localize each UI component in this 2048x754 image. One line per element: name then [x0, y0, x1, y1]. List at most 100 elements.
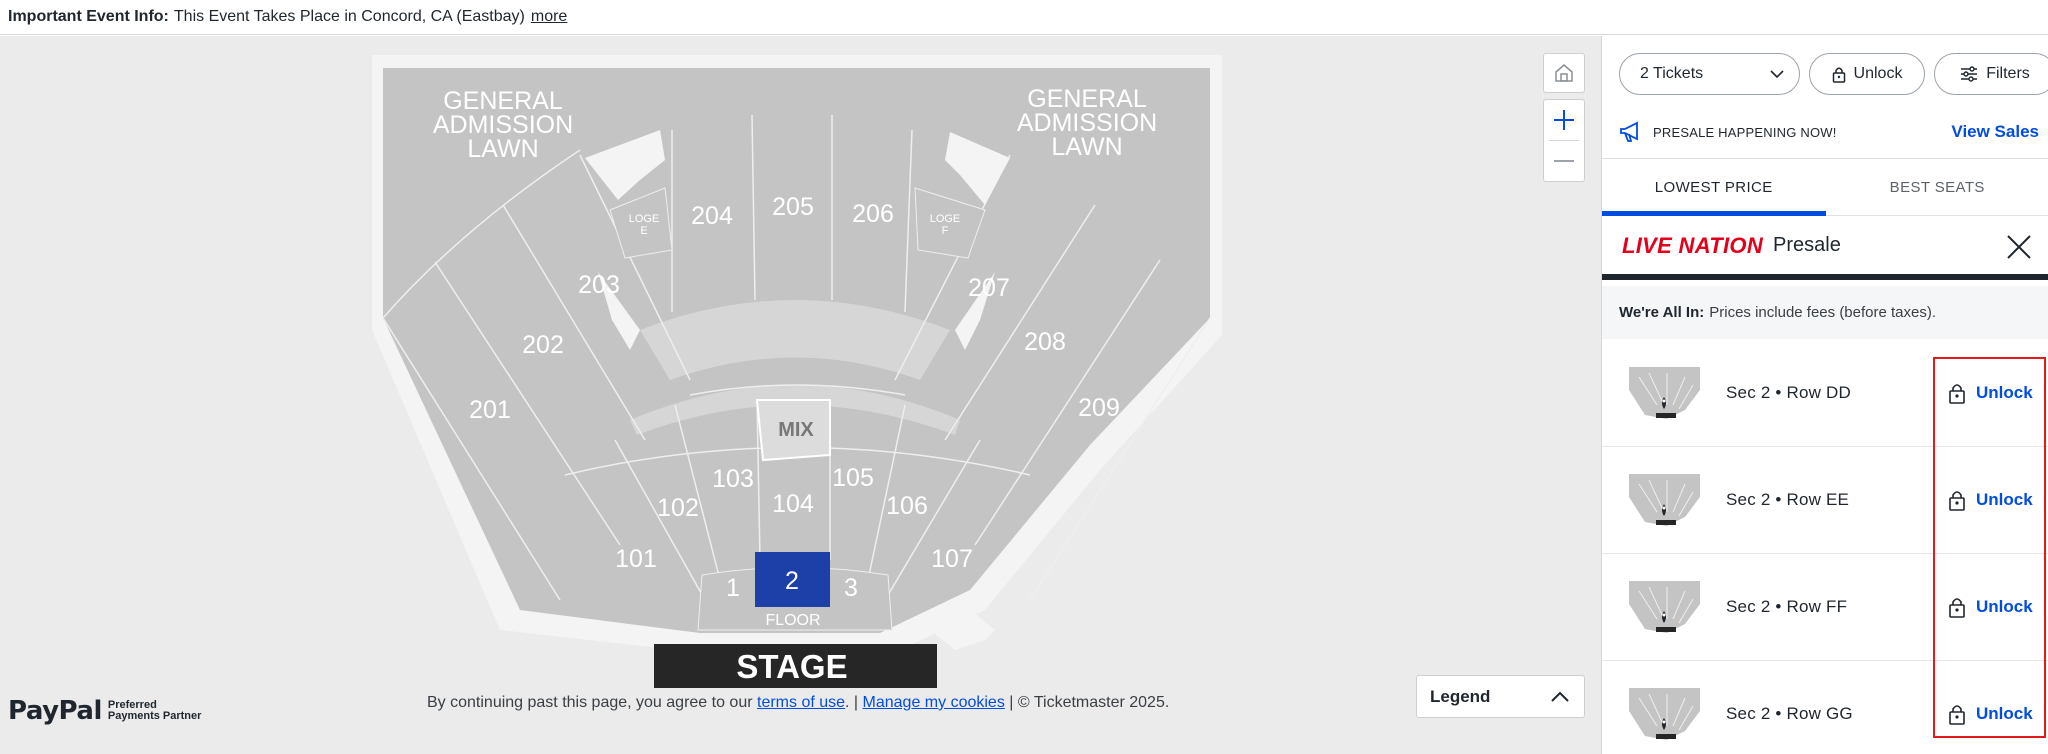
- live-nation-presale-header: LIVE NATION Presale: [1602, 217, 2048, 280]
- section-105-label: 105: [832, 464, 874, 492]
- floor-label: FLOOR: [765, 612, 820, 629]
- section-203-label: 203: [578, 271, 620, 299]
- live-nation-logo: LIVE NATION: [1622, 232, 1764, 258]
- listing-unlock-button[interactable]: Unlock: [1948, 382, 2033, 404]
- terms-link[interactable]: terms of use: [757, 694, 845, 711]
- seat-map[interactable]: GENERAL ADMISSION LAWN GENERAL ADMISSION…: [0, 36, 1601, 754]
- section-106-label: 106: [886, 492, 928, 520]
- loge-e-line2: E: [640, 225, 647, 237]
- presale-notice: PRESALE HAPPENING NOW!: [1619, 121, 1837, 143]
- ga-left-line3: LAWN: [467, 135, 538, 163]
- plus-icon: [1554, 110, 1574, 130]
- close-icon[interactable]: [2005, 233, 2033, 261]
- zoom-out-button[interactable]: [1544, 141, 1584, 181]
- filters-button-label: Filters: [1986, 65, 2030, 82]
- listing-unlock-button[interactable]: Unlock: [1948, 489, 2033, 511]
- presale-bar: PRESALE HAPPENING NOW! View Sales: [1619, 112, 2039, 152]
- section-2-label: 2: [785, 567, 799, 595]
- loge-f-line2: F: [942, 225, 949, 237]
- lock-icon: [1832, 67, 1845, 83]
- legend-button[interactable]: Legend: [1416, 675, 1585, 718]
- section-204-label: 204: [691, 202, 733, 230]
- view-sales-link[interactable]: View Sales: [1951, 122, 2039, 142]
- home-icon: [1555, 64, 1573, 82]
- listing-row[interactable]: Sec 2 • Row EE Unlock: [1602, 447, 2048, 554]
- lock-icon: [1949, 598, 1965, 618]
- ticket-quantity-value: 2 Tickets: [1640, 65, 1704, 82]
- listing-unlock-label: Unlock: [1976, 704, 2033, 723]
- section-107-label: 107: [931, 545, 973, 573]
- filters-button[interactable]: Filters: [1934, 53, 2048, 95]
- footer-sep: . |: [845, 694, 859, 711]
- banner-text: This Event Takes Place in Concord, CA (E…: [173, 8, 525, 25]
- map-reset-button[interactable]: [1543, 53, 1585, 93]
- zoom-in-button[interactable]: [1544, 100, 1584, 140]
- tab-best-seats[interactable]: BEST SEATS: [1826, 159, 2048, 215]
- listing-seat: Sec 2 • Row EE: [1726, 490, 1850, 509]
- section-102-label: 102: [657, 494, 699, 522]
- ticket-quantity-select[interactable]: 2 Tickets: [1619, 53, 1800, 95]
- listings-panel: 2 Tickets Unlock Filters PRESALE HAPPENI…: [1601, 36, 2048, 754]
- section-202-label: 202: [522, 331, 564, 359]
- listing-unlock-button[interactable]: Unlock: [1948, 596, 2033, 618]
- section-209-label: 209: [1078, 394, 1120, 422]
- tab-lowest-price[interactable]: LOWEST PRICE: [1602, 159, 1826, 216]
- lock-icon: [1949, 491, 1965, 511]
- presale-text: PRESALE HAPPENING NOW!: [1653, 124, 1837, 140]
- section-208-label: 208: [1024, 328, 1066, 356]
- listing-row[interactable]: Sec 2 • Row GG Unlock: [1602, 661, 2048, 754]
- minus-icon: [1554, 159, 1574, 162]
- filter-row: 2 Tickets Unlock Filters: [1619, 53, 2048, 95]
- seat-map-thumbnail: [1629, 474, 1700, 526]
- sliders-icon: [1961, 66, 1978, 82]
- paypal-logo: PayPal: [8, 696, 102, 726]
- zoom-controls: [1543, 99, 1585, 182]
- listing-seat: Sec 2 • Row GG: [1726, 704, 1853, 723]
- venue-map-svg[interactable]: GENERAL ADMISSION LAWN GENERAL ADMISSION…: [0, 36, 1601, 754]
- footer-prefix: By continuing past this page, you agree …: [427, 694, 753, 711]
- section-104-label: 104: [772, 490, 814, 518]
- section-207-label: 207: [968, 274, 1010, 302]
- section-103-label: 103: [712, 465, 754, 493]
- cookies-link[interactable]: Manage my cookies: [863, 694, 1005, 711]
- banner-more-link[interactable]: more: [531, 8, 567, 26]
- legend-label: Legend: [1430, 686, 1491, 706]
- lock-icon: [1949, 384, 1965, 404]
- paypal-subtitle: Preferred Payments Partner: [108, 700, 202, 722]
- listing-row[interactable]: Sec 2 • Row FF Unlock: [1602, 554, 2048, 661]
- presale-title: Presale: [1773, 234, 1841, 256]
- listing-unlock-label: Unlock: [1976, 597, 2033, 616]
- listing-unlock-label: Unlock: [1976, 383, 2033, 402]
- fees-note-bold: We're All In:: [1619, 304, 1705, 321]
- seat-map-thumbnail: [1629, 581, 1700, 633]
- listing-row[interactable]: Sec 2 • Row DD Unlock: [1602, 340, 2048, 447]
- chevron-down-icon: [1770, 70, 1784, 79]
- section-1-label: 1: [726, 574, 740, 602]
- banner-label: Important Event Info:: [8, 8, 169, 25]
- section-101-label: 101: [615, 545, 657, 573]
- ga-right-line3: LAWN: [1051, 133, 1122, 161]
- section-201-label: 201: [469, 396, 511, 424]
- listing-unlock-button[interactable]: Unlock: [1948, 703, 2033, 725]
- footer: By continuing past this page, you agree …: [427, 694, 1169, 712]
- mix-label: MIX: [778, 419, 814, 441]
- section-205-label: 205: [772, 193, 814, 221]
- loge-f-line1: LOGE: [930, 213, 961, 225]
- section-3-label: 3: [844, 574, 858, 602]
- chevron-up-icon: [1551, 691, 1569, 702]
- unlock-button-label: Unlock: [1853, 65, 1903, 82]
- sort-tabs: LOWEST PRICE BEST SEATS: [1602, 158, 2048, 216]
- loge-e-line1: LOGE: [629, 213, 660, 225]
- paypal-line2: Payments Partner: [107, 710, 202, 722]
- listing-unlock-label: Unlock: [1976, 490, 2033, 509]
- unlock-button[interactable]: Unlock: [1809, 53, 1925, 95]
- fees-note-text: Prices include fees (before taxes).: [1709, 304, 1937, 321]
- seat-map-thumbnail: [1629, 688, 1700, 740]
- footer-suffix: | © Ticketmaster 2025.: [1009, 694, 1170, 711]
- fees-note: We're All In: Prices include fees (befor…: [1602, 286, 2048, 339]
- lock-icon: [1949, 705, 1965, 725]
- section-206-label: 206: [852, 200, 894, 228]
- megaphone-icon: [1620, 121, 1638, 142]
- listing-seat: Sec 2 • Row DD: [1726, 383, 1851, 402]
- seat-map-thumbnail: [1629, 367, 1700, 419]
